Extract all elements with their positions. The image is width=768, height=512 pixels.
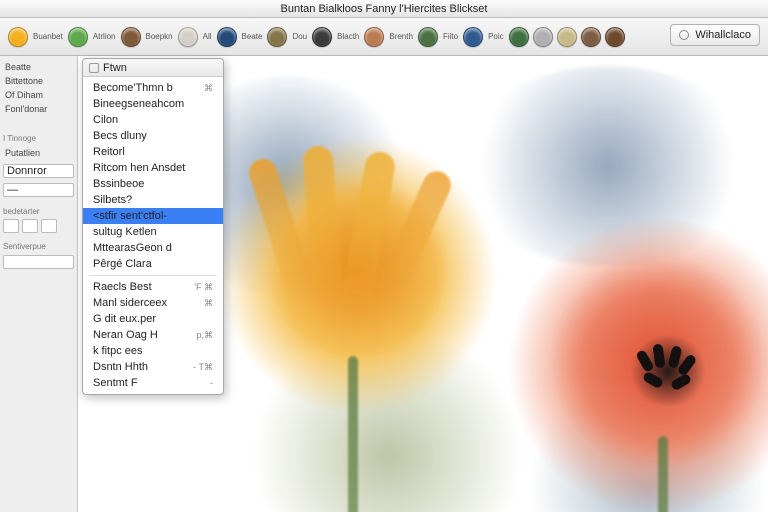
color-swatch[interactable] xyxy=(533,27,553,47)
sidebar-swatch[interactable] xyxy=(3,219,19,233)
color-swatch[interactable] xyxy=(364,27,384,47)
color-swatch[interactable] xyxy=(418,27,438,47)
toolbar: Buanbet Atrlion Boepkn All Beate Dou Blacth Bre… xyxy=(0,18,768,56)
sidebar-dropdown[interactable]: Donnror xyxy=(3,164,74,178)
menu-item[interactable]: Ritcom hen Ansdet xyxy=(83,160,223,176)
color-swatch[interactable] xyxy=(68,27,88,47)
sidebar-item[interactable]: Of Diham xyxy=(3,88,74,102)
sidebar: BeatteBittettoneOf DihamFonl'donar I Tin… xyxy=(0,56,78,512)
window-title: Buntan Bialkloos Fanny l'Hiercites Blick… xyxy=(281,3,488,15)
color-swatch[interactable] xyxy=(217,27,237,47)
menu-item[interactable]: Bssinbeoe xyxy=(83,176,223,192)
color-swatch[interactable] xyxy=(121,27,141,47)
menu-header: Ftwn xyxy=(83,59,223,77)
toolbar-label: Brenth xyxy=(389,32,413,41)
color-swatch[interactable] xyxy=(605,27,625,47)
menu-item[interactable]: k fitpc ees xyxy=(83,343,223,359)
menu-item[interactable]: Neran Oag Hp,⌘ xyxy=(83,327,223,343)
toolbar-right-button[interactable]: Wihallclaco xyxy=(670,24,760,46)
toolbar-label: Atrlion xyxy=(93,32,116,41)
menu-item[interactable]: <stfir sent'ctfol- xyxy=(83,208,223,224)
toolbar-label: Poic xyxy=(488,32,504,41)
menu-item[interactable]: Reitorl xyxy=(83,144,223,160)
color-swatch[interactable] xyxy=(178,27,198,47)
menu-item[interactable]: Becs dluny xyxy=(83,128,223,144)
sidebar-section-header: I Tinnoge xyxy=(3,134,74,143)
menu-item[interactable]: Pêrgé Clara xyxy=(83,256,223,272)
painting-canvas xyxy=(198,96,768,512)
toolbar-label: Dou xyxy=(292,32,307,41)
sidebar-swatch-row xyxy=(3,219,74,233)
sidebar-input[interactable] xyxy=(3,255,74,269)
menu-item[interactable]: MttearasGeon d xyxy=(83,240,223,256)
sidebar-swatch[interactable] xyxy=(41,219,57,233)
toolbar-label: Boepkn xyxy=(146,32,173,41)
menu-item[interactable]: Manl siderceex⌘ xyxy=(83,295,223,311)
color-swatch[interactable] xyxy=(581,27,601,47)
toolbar-label: Fiito xyxy=(443,32,458,41)
context-menu: Ftwn Become'Thmn b⌘BineegseneahcomCilonB… xyxy=(82,58,224,395)
sidebar-item[interactable]: Bittettone xyxy=(3,74,74,88)
menu-item[interactable]: Dsntn Hhth- T⌘ xyxy=(83,359,223,375)
color-swatch[interactable] xyxy=(463,27,483,47)
window-titlebar: Buntan Bialkloos Fanny l'Hiercites Blick… xyxy=(0,0,768,18)
sidebar-item[interactable]: Putatlien xyxy=(3,146,74,160)
menu-item[interactable]: G dit eux.per xyxy=(83,311,223,327)
menu-item[interactable]: Cilon xyxy=(83,112,223,128)
menu-item[interactable]: Raecls Best'F ⌘ xyxy=(83,279,223,295)
color-swatch[interactable] xyxy=(557,27,577,47)
gear-icon xyxy=(679,30,689,40)
menu-item[interactable]: Bineegseneahcom xyxy=(83,96,223,112)
sidebar-item[interactable]: Beatte xyxy=(3,60,74,74)
sidebar-swatch[interactable] xyxy=(22,219,38,233)
toolbar-label: Beate xyxy=(242,32,263,41)
color-swatch[interactable] xyxy=(267,27,287,47)
sidebar-field[interactable]: — xyxy=(3,183,74,197)
menu-item[interactable]: Silbets? xyxy=(83,192,223,208)
sidebar-label: Sentiverpue xyxy=(3,242,74,251)
menu-item[interactable]: sultug Ketlen xyxy=(83,224,223,240)
toolbar-label: Buanbet xyxy=(33,32,63,41)
color-swatch[interactable] xyxy=(312,27,332,47)
menu-item[interactable]: Sentmt F- xyxy=(83,375,223,391)
toolbar-label: All xyxy=(203,32,212,41)
color-swatch[interactable] xyxy=(509,27,529,47)
sidebar-label: bedetarter xyxy=(3,207,74,216)
menu-item[interactable]: Become'Thmn b⌘ xyxy=(83,80,223,96)
color-swatch[interactable] xyxy=(8,27,28,47)
toolbar-right-label: Wihallclaco xyxy=(695,29,751,41)
menu-separator xyxy=(89,275,217,276)
sidebar-item[interactable]: Fonl'donar xyxy=(3,102,74,116)
toolbar-label: Blacth xyxy=(337,32,359,41)
menu-icon xyxy=(89,63,99,73)
